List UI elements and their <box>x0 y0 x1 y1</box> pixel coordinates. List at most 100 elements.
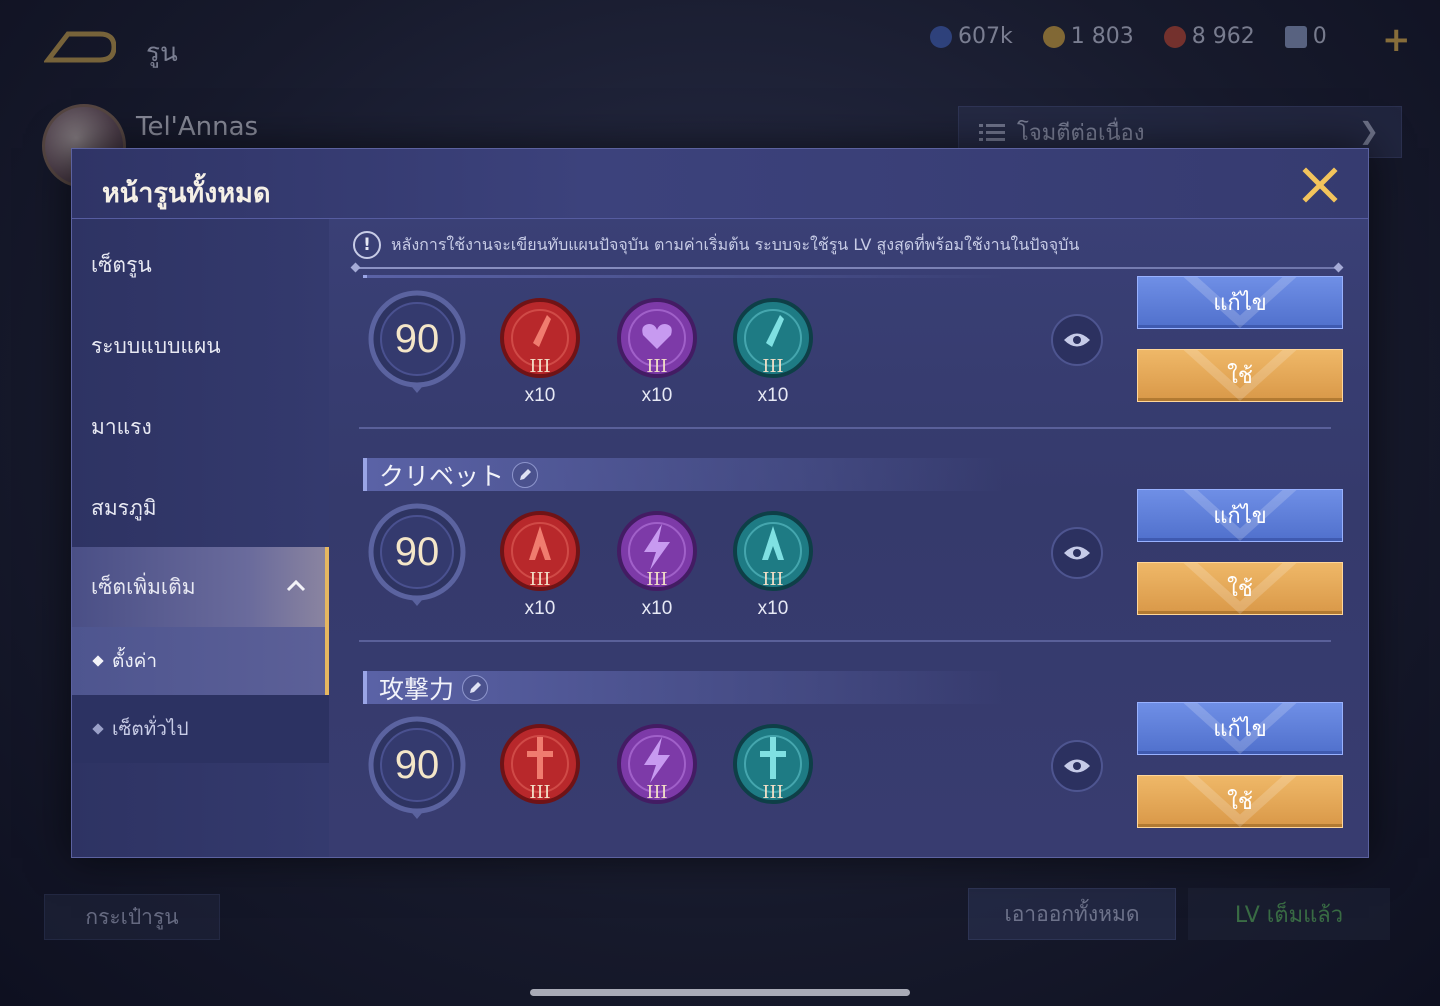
rune-level: 90 <box>394 317 440 361</box>
sidebar-item-label: เซ็ตเพิ่มเติม <box>91 574 196 599</box>
pencil-icon[interactable] <box>512 461 539 488</box>
eye-icon <box>1064 759 1090 773</box>
sidebar-item-extra-sets[interactable]: เซ็ตเพิ่มเติม <box>72 547 329 627</box>
red-emblem[interactable]: III <box>499 297 581 379</box>
edit-button[interactable]: แก้ไข <box>1137 276 1343 329</box>
currency-value: 8 962 <box>1191 24 1255 49</box>
teal-emblem[interactable]: III <box>732 297 814 379</box>
edit-button[interactable]: แก้ไข <box>1137 702 1343 755</box>
gold-coin-icon <box>1042 25 1065 48</box>
diamond-bullet-icon <box>92 723 104 735</box>
currency-ticket: 0 <box>1284 24 1327 49</box>
preview-eye-button[interactable] <box>1051 740 1103 792</box>
preset-divider <box>359 640 1331 642</box>
sidebar-item-trending[interactable]: มาแรง <box>72 387 329 467</box>
rune-level: 90 <box>394 530 440 574</box>
back-arrow-icon[interactable] <box>44 30 116 64</box>
ruby-gem-icon <box>1163 25 1186 48</box>
hero-name: Tel'Annas <box>136 112 259 142</box>
preset-name: 刺 9 <box>379 275 428 280</box>
heart-rune-icon: III <box>617 298 697 378</box>
sword-rune-icon: III <box>733 724 813 804</box>
svg-text:III: III <box>646 356 667 377</box>
dialog-title: หน้ารูนทั้งหมด <box>102 178 271 209</box>
svg-text:III: III <box>762 569 783 590</box>
preview-eye-button[interactable] <box>1051 527 1103 579</box>
edit-button-label: แก้ไข <box>1213 291 1267 316</box>
blade-rune-icon: III <box>500 298 580 378</box>
purple-emblem[interactable]: III <box>616 723 698 805</box>
use-button[interactable]: ใช้ <box>1137 562 1343 615</box>
sidebar-item-label: มาแรง <box>91 414 152 439</box>
preview-eye-button[interactable] <box>1051 314 1103 366</box>
emblem-quantity: x10 <box>757 598 789 619</box>
plus-icon[interactable]: + <box>1382 20 1411 60</box>
all-rune-pages-dialog: หน้ารูนทั้งหมด เซ็ตรูน ระบบแบบแผน มาแรง … <box>71 148 1369 858</box>
emblem-quantity: x10 <box>757 385 789 406</box>
rune-preset-card: 刺 9 90 III <box>329 275 1368 458</box>
edit-button[interactable]: แก้ไข <box>1137 489 1343 542</box>
svg-text:III: III <box>646 569 667 590</box>
dialog-header: หน้ารูนทั้งหมด <box>72 149 1368 219</box>
svg-text:III: III <box>529 356 550 377</box>
red-emblem[interactable]: III <box>499 723 581 805</box>
rune-preset-card: クリベット 90 III x10 III x10 III x10 แก้ไข ใ… <box>329 458 1368 671</box>
list-icon <box>979 124 1005 141</box>
purple-emblem[interactable]: III <box>616 297 698 379</box>
remove-all-button[interactable]: เอาออกทั้งหมด <box>968 888 1176 940</box>
pencil-icon[interactable] <box>462 674 489 701</box>
eye-icon <box>1064 333 1090 347</box>
edit-button-label: แก้ไข <box>1213 504 1267 529</box>
category-sidebar: เซ็ตรูน ระบบแบบแผน มาแรง สมรภูมิ เซ็ตเพิ… <box>72 219 329 857</box>
currency-value: 0 <box>1312 24 1327 49</box>
red-emblem[interactable]: III <box>499 510 581 592</box>
preset-header: クリベット <box>363 458 1003 491</box>
rune-level: 90 <box>394 743 440 787</box>
lv-full-status: LV เต็มแล้ว <box>1188 888 1390 940</box>
use-button-label: ใช้ <box>1227 364 1253 389</box>
preset-divider <box>359 427 1331 429</box>
rune-bag-button[interactable]: กระเป๋ารูน <box>44 894 220 940</box>
use-button-label: ใช้ <box>1227 577 1253 602</box>
home-indicator[interactable] <box>530 989 910 996</box>
sidebar-item-label: ระบบแบบแผน <box>91 333 221 358</box>
claw-rune-icon: III <box>500 511 580 591</box>
svg-text:III: III <box>529 569 550 590</box>
sidebar-item-label: สมรภูมิ <box>91 495 157 520</box>
currency-value: 607k <box>958 24 1013 49</box>
currency-bar: 607k 1 803 8 962 0 <box>930 24 1327 49</box>
svg-text:III: III <box>529 782 550 803</box>
combo-plan-label: โจมตีต่อเนื่อง <box>1017 120 1145 146</box>
blade-rune-icon: III <box>733 298 813 378</box>
close-icon[interactable] <box>1300 165 1340 205</box>
sidebar-item-rune-sets[interactable]: เซ็ตรูน <box>72 225 329 305</box>
emblem-quantity: x10 <box>524 598 556 619</box>
teal-emblem[interactable]: III <box>732 510 814 592</box>
use-button-label: ใช้ <box>1227 790 1253 815</box>
preset-name: 攻撃力 <box>379 674 455 704</box>
chevron-right-icon: ❯ <box>1358 117 1379 145</box>
sidebar-subitem-label: เซ็ตทั่วไป <box>112 718 189 740</box>
teal-emblem[interactable]: III <box>732 723 814 805</box>
rune-pages-content: ! หลังการใช้งานจะเขียนทับแผนปัจจุบัน ตาม… <box>329 219 1368 857</box>
purple-emblem[interactable]: III <box>616 510 698 592</box>
edit-button-label: แก้ไข <box>1213 717 1267 742</box>
notice-text: หลังการใช้งานจะเขียนทับแผนปัจจุบัน ตามค่… <box>391 234 1080 254</box>
use-button[interactable]: ใช้ <box>1137 349 1343 402</box>
emblem-quantity: x10 <box>524 385 556 406</box>
sidebar-item-label: เซ็ตรูน <box>91 252 152 277</box>
emblem-quantity: x10 <box>641 385 673 406</box>
preset-header: 攻撃力 <box>363 671 1003 704</box>
diamond-bullet-icon <box>92 655 104 667</box>
sidebar-item-templates[interactable]: ระบบแบบแผน <box>72 306 329 386</box>
sidebar-subitem-general-sets[interactable]: เซ็ตทั่วไป <box>72 695 329 763</box>
sword-rune-icon: III <box>500 724 580 804</box>
sidebar-subitem-settings[interactable]: ตั้งค่า <box>72 627 329 695</box>
notice-divider <box>355 267 1339 269</box>
sidebar-item-battlefield[interactable]: สมรภูมิ <box>72 468 329 548</box>
currency-value: 1 803 <box>1070 24 1134 49</box>
use-button[interactable]: ใช้ <box>1137 775 1343 828</box>
preset-list[interactable]: 刺 9 90 III <box>329 275 1368 841</box>
preset-name: クリベット <box>379 461 505 491</box>
diamond-currency-icon <box>930 25 952 48</box>
